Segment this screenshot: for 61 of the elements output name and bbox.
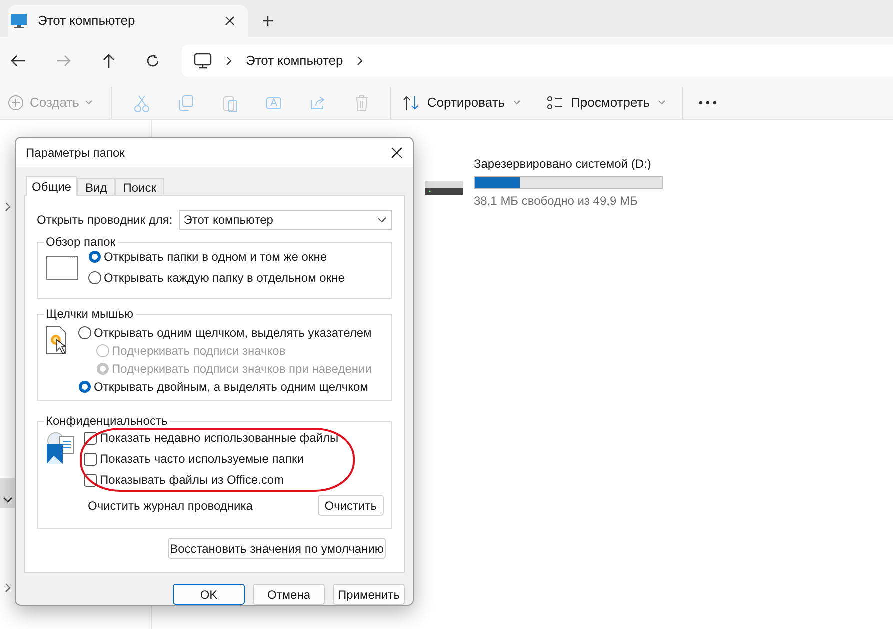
address-bar[interactable]: Этот компьютер <box>182 45 893 77</box>
close-icon[interactable] <box>224 15 236 27</box>
option-label[interactable]: Открывать одним щелчком, выделять указателем <box>94 325 372 341</box>
clear-history-label: Очистить журнал проводника <box>88 498 253 514</box>
privacy-icon <box>46 431 76 465</box>
more-icon[interactable] <box>698 101 717 105</box>
plus-icon[interactable] <box>262 15 274 27</box>
list-layout-icon <box>547 96 564 110</box>
tab-title: Этот компьютер <box>38 12 136 30</box>
chevron-right-icon <box>226 56 232 66</box>
window-icon <box>46 256 78 280</box>
group-title: Щелчки мышью <box>44 307 136 321</box>
restore-defaults-button[interactable]: Восстановить значения по умолчанию <box>168 538 386 559</box>
drive-free-space: 38,1 МБ свободно из 49,9 МБ <box>474 193 639 210</box>
caret-icon <box>658 100 666 106</box>
checkbox[interactable] <box>84 452 97 466</box>
back-arrow-icon[interactable] <box>10 54 26 68</box>
option-label[interactable]: Открывать каждую папку в отдельном окне <box>104 270 345 286</box>
group-title: Обзор папок <box>44 235 118 249</box>
folder-dropdown[interactable]: Этот компьютер <box>178 210 392 230</box>
radio-button[interactable] <box>78 380 92 394</box>
dialog-tab[interactable]: Вид <box>77 178 116 195</box>
drive-name[interactable]: Зарезервировано системой (D:) <box>474 155 663 173</box>
up-arrow-icon[interactable] <box>102 53 116 69</box>
breadcrumb[interactable]: Этот компьютер <box>246 51 344 71</box>
monitor-icon <box>194 53 212 69</box>
sidebar-item-background <box>0 478 15 508</box>
explorer-tab[interactable]: Этот компьютер <box>8 5 248 37</box>
caret-icon <box>513 100 522 106</box>
view-button[interactable]: Просмотреть <box>541 89 672 117</box>
option-label[interactable]: Открывать двойным, а выделять одним щелчком <box>94 379 368 395</box>
chevron-right-icon <box>5 202 11 212</box>
dialog-button[interactable]: OK <box>173 584 245 605</box>
caret-icon <box>85 100 94 106</box>
refresh-icon[interactable] <box>146 54 160 68</box>
sort-button[interactable]: Сортировать <box>397 89 528 117</box>
sort-arrows-icon <box>403 95 420 111</box>
group-title: Конфиденциальность <box>44 414 170 428</box>
chevron-right-icon <box>5 583 11 593</box>
dialog-tab[interactable]: Поиск <box>115 178 164 195</box>
checkbox-label[interactable]: Показать недавно использованные файлы <box>100 430 339 446</box>
chevron-right-icon <box>357 56 364 66</box>
document-cursor-icon <box>46 326 68 356</box>
radio-button[interactable] <box>88 250 102 264</box>
dialog-title: Параметры папок <box>26 144 125 162</box>
dialog-button[interactable]: Применить <box>333 584 405 605</box>
radio-button[interactable] <box>78 326 92 340</box>
plus-circle-icon <box>8 95 24 111</box>
dialog-tab[interactable]: Общие <box>26 176 78 196</box>
close-icon[interactable] <box>391 146 403 158</box>
radio-button[interactable] <box>88 271 102 285</box>
monitor-icon <box>10 13 28 29</box>
field-label: Открыть проводник для: <box>37 212 173 229</box>
clear-button[interactable]: Очистить <box>318 495 384 516</box>
checkbox-label[interactable]: Показывать файлы из Office.com <box>100 472 284 488</box>
dialog-button[interactable]: Отмена <box>253 584 325 605</box>
checkbox-label[interactable]: Показать часто используемые папки <box>100 451 304 467</box>
caret-icon <box>377 217 387 223</box>
option-label[interactable]: Открывать папки в одном и том же окне <box>104 249 327 265</box>
chevron-down-icon <box>3 497 13 503</box>
clipboard-icon[interactable] <box>221 94 240 112</box>
